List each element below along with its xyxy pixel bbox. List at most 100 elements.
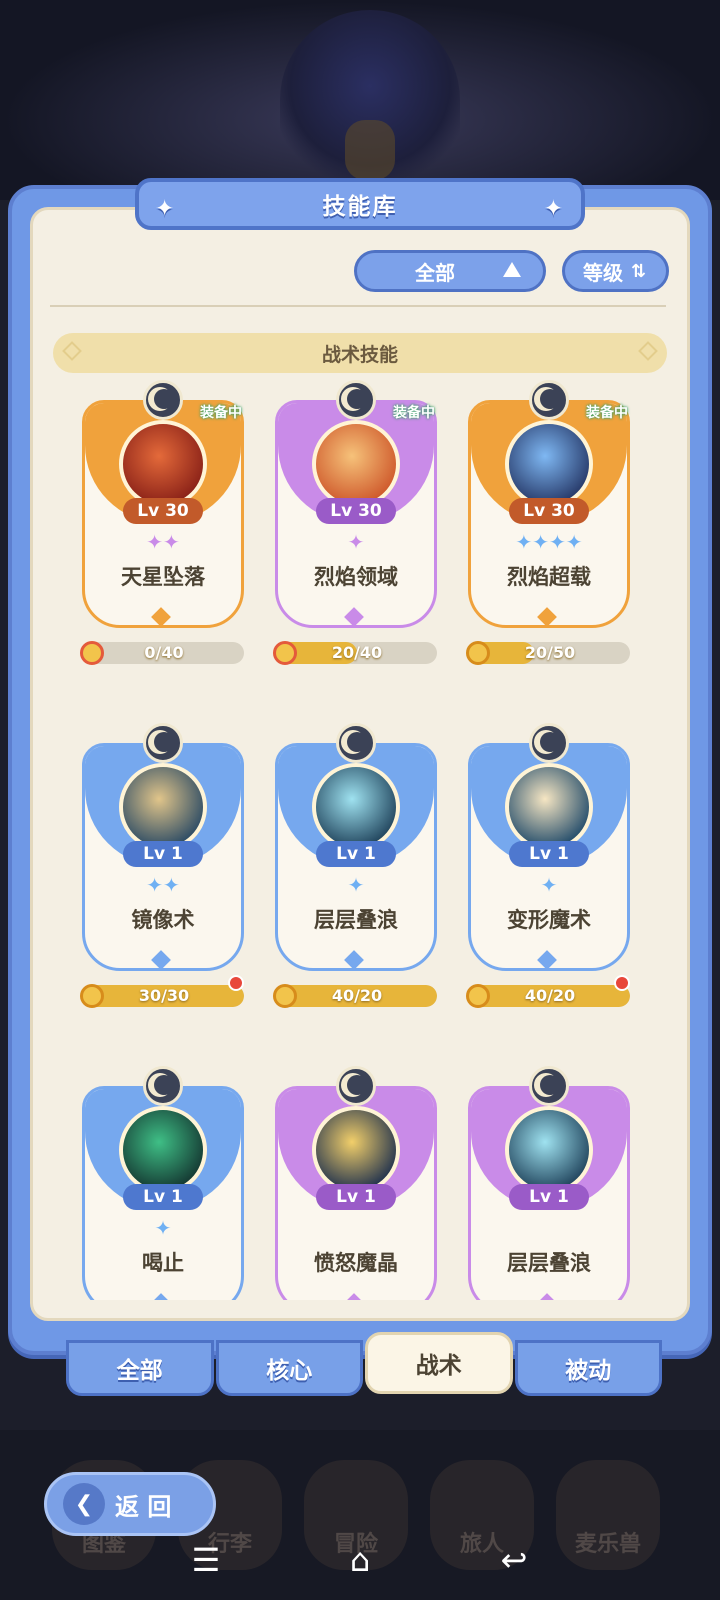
category-filter-label: 全部 xyxy=(415,260,455,285)
star-coin-icon xyxy=(80,984,104,1008)
skill-icon xyxy=(505,420,593,508)
back-label: 返 回 xyxy=(115,1492,172,1521)
progress-text: 20/40 xyxy=(331,643,383,662)
sort-level-button[interactable]: 等级 ⇅ xyxy=(562,250,669,292)
star-gems: ✦ xyxy=(540,873,558,897)
skill-name: 愤怒魔晶 xyxy=(314,1251,398,1275)
skill-icon xyxy=(119,1106,207,1194)
star-coin-icon xyxy=(273,641,297,665)
skill-card[interactable]: Lv 1 ✦ 变形魔术 xyxy=(468,723,630,971)
tab-tactics[interactable]: 战术 xyxy=(365,1332,513,1394)
progress-text: 40/20 xyxy=(331,986,383,1005)
diamond-icon xyxy=(62,341,82,361)
upgrade-progress-bar: 0/40 xyxy=(84,642,244,664)
home-icon[interactable]: ⌂ xyxy=(338,1538,382,1582)
level-badge: Lv 1 xyxy=(123,1184,203,1210)
skill-icon xyxy=(505,763,593,851)
skill-name: 镜像术 xyxy=(131,908,195,932)
chevron-left-icon: ❮ xyxy=(63,1483,105,1525)
skill-name: 层层叠浪 xyxy=(314,908,398,932)
star-coin-icon xyxy=(273,984,297,1008)
triangle-up-icon xyxy=(503,262,521,277)
level-badge: Lv 1 xyxy=(123,841,203,867)
level-badge: Lv 1 xyxy=(316,1184,396,1210)
back-icon[interactable]: ↩ xyxy=(492,1538,536,1582)
sort-label: 等级 xyxy=(583,260,623,285)
progress-text: 30/30 xyxy=(138,986,190,1005)
category-filter-dropdown[interactable]: 全部 xyxy=(354,250,546,292)
upgrade-progress-bar: 40/20 xyxy=(277,985,437,1007)
star-coin-icon xyxy=(466,641,490,665)
skill-icon xyxy=(119,763,207,851)
skill-card[interactable]: Lv 1 ✦✦ 镜像术 xyxy=(82,723,244,971)
equipped-label: 装备中 xyxy=(200,405,242,421)
skill-tabs: 全部 核心 战术 被动 xyxy=(66,1332,662,1396)
level-badge: Lv 1 xyxy=(509,1184,589,1210)
crescent-moon-icon xyxy=(529,1066,569,1106)
skill-icon xyxy=(505,1106,593,1194)
skill-name: 喝止 xyxy=(142,1251,184,1275)
level-badge: Lv 1 xyxy=(509,841,589,867)
section-header: 战术技能 xyxy=(53,333,667,373)
star-coin-icon xyxy=(80,641,104,665)
diamond-icon xyxy=(638,341,658,361)
crescent-moon-icon xyxy=(529,380,569,420)
title-banner: ✦ 技能库 ✦ xyxy=(135,178,585,230)
skill-grid: 装备中 Lv 30 ✦✦ 天星坠落 0/40 装备中 Lv 30 ✦ 烈焰领域 20/40 装备中 L… xyxy=(26,380,694,1300)
progress-text: 40/20 xyxy=(524,986,576,1005)
level-badge: Lv 1 xyxy=(316,841,396,867)
skill-name: 层层叠浪 xyxy=(507,1251,591,1275)
system-navbar: ☰ ⌂ ↩ xyxy=(0,1520,720,1600)
section-title: 战术技能 xyxy=(321,343,398,366)
skill-icon xyxy=(312,420,400,508)
divider xyxy=(50,305,666,307)
skill-icon xyxy=(312,1106,400,1194)
equipped-label: 装备中 xyxy=(393,405,435,421)
star-coin-icon xyxy=(466,984,490,1008)
skill-card[interactable]: Lv 1 ✦ 喝止 xyxy=(82,1066,244,1300)
skill-card[interactable]: 装备中 Lv 30 ✦✦✦✦ 烈焰超载 xyxy=(468,380,630,628)
tab-all[interactable]: 全部 xyxy=(66,1340,214,1396)
star-gems: ✦ xyxy=(154,1216,172,1240)
level-badge: Lv 30 xyxy=(123,498,203,524)
skill-name: 烈焰超载 xyxy=(507,565,591,589)
crescent-moon-icon xyxy=(143,380,183,420)
star-icon: ✦ xyxy=(155,196,177,222)
skill-card[interactable]: Lv 1 愤怒魔晶 xyxy=(275,1066,437,1300)
background-character xyxy=(280,10,460,200)
star-gems: ✦ xyxy=(347,873,365,897)
tab-core[interactable]: 核心 xyxy=(215,1340,363,1396)
crescent-moon-icon xyxy=(143,723,183,763)
equipped-label: 装备中 xyxy=(586,405,628,421)
skill-icon xyxy=(312,763,400,851)
star-gems: ✦✦ xyxy=(146,873,180,897)
skill-icon xyxy=(119,420,207,508)
crescent-moon-icon xyxy=(336,723,376,763)
level-badge: Lv 30 xyxy=(316,498,396,524)
page-title: 技能库 xyxy=(322,194,398,220)
star-gems: ✦✦✦✦ xyxy=(515,530,583,554)
upgrade-progress-bar: 20/40 xyxy=(277,642,437,664)
progress-text: 0/40 xyxy=(144,643,184,662)
skill-card[interactable]: 装备中 Lv 30 ✦ 烈焰领域 xyxy=(275,380,437,628)
skill-name: 变形魔术 xyxy=(507,908,591,932)
menu-icon[interactable]: ☰ xyxy=(184,1538,228,1582)
star-gems: ✦ xyxy=(347,530,365,554)
upgrade-progress-bar: 30/30 xyxy=(84,985,244,1007)
crescent-moon-icon xyxy=(143,1066,183,1106)
skill-card[interactable]: Lv 1 层层叠浪 xyxy=(468,1066,630,1300)
crescent-moon-icon xyxy=(529,723,569,763)
skill-card[interactable]: Lv 1 ✦ 层层叠浪 xyxy=(275,723,437,971)
upgrade-progress-bar: 20/50 xyxy=(470,642,630,664)
skill-card[interactable]: 装备中 Lv 30 ✦✦ 天星坠落 xyxy=(82,380,244,628)
tab-passive[interactable]: 被动 xyxy=(514,1340,662,1396)
level-badge: Lv 30 xyxy=(509,498,589,524)
progress-text: 20/50 xyxy=(524,643,576,662)
upgrade-progress-bar: 40/20 xyxy=(470,985,630,1007)
notification-dot xyxy=(228,975,244,991)
sort-icon: ⇅ xyxy=(631,260,647,282)
notification-dot xyxy=(614,975,630,991)
crescent-moon-icon xyxy=(336,380,376,420)
star-gems: ✦✦ xyxy=(146,530,180,554)
skill-name: 天星坠落 xyxy=(121,565,205,589)
